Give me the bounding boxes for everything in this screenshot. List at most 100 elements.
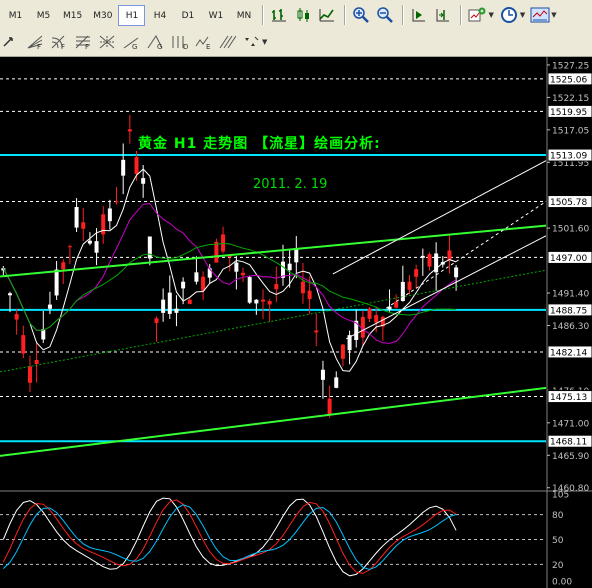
level-label: 1482.14 [550,348,587,358]
timeframe-h1[interactable]: H1 [118,4,146,26]
svg-text:F: F [37,43,41,50]
fibonacci-arcs-icon[interactable]: F [48,31,70,53]
pitchfork-icon[interactable] [216,31,238,53]
cycle-lines-icon[interactable]: D [168,31,190,53]
candle-body [287,263,292,271]
toolbar-separator [460,5,463,25]
level-label: 1497.00 [550,254,587,264]
candle-body [54,269,59,296]
candle-body [94,241,99,253]
timeframe-m5[interactable]: M5 [30,5,57,26]
candle-body [127,129,132,132]
candle-body [154,318,159,323]
gann-line-icon[interactable] [96,31,118,53]
candle-body [187,299,192,304]
level-label: 1519.95 [550,108,587,118]
timeframe-w1[interactable]: W1 [202,5,229,26]
price-tick-label: 1465.90 [552,452,589,462]
candle-body [134,157,139,174]
candle-body [254,299,259,304]
indicators-icon[interactable] [466,4,488,26]
candle-body [394,301,399,308]
bar-chart-icon[interactable] [268,4,290,26]
chart-window[interactable]: 1527.25 1522.15 1517.05 1511.95 1501.60 1491.… [0,57,592,588]
oscillator-tick-label: 0.00 [552,577,572,587]
candle-body [407,281,412,290]
oscillator-tick-label: 50 [552,536,564,546]
candle-body [314,330,319,333]
candle-body [267,301,272,305]
candle-body [181,281,186,289]
candle-body [247,277,252,303]
timeframe-d1[interactable]: D1 [174,5,201,26]
candle-body [67,246,72,248]
elliott-wave-icon[interactable]: E [192,31,214,53]
candle-body [427,254,432,267]
candle-body [81,222,86,229]
candle-body [261,299,266,302]
candle-body [201,276,206,291]
candle-body [47,304,52,309]
chevron-down-icon[interactable]: ▼ [520,11,525,19]
timeframe-m1[interactable]: M1 [2,5,29,26]
candle-body [234,262,239,272]
gann-fan-icon[interactable]: G [120,31,142,53]
chevron-down-icon[interactable]: ▼ [551,11,556,19]
price-tick-label: 1491.40 [552,290,589,300]
svg-text:G: G [132,43,137,50]
candle-body [241,272,246,276]
timeframe-m15[interactable]: M15 [58,5,87,26]
svg-text:G: G [157,43,162,50]
templates-icon[interactable] [529,4,551,26]
support-dotted-line [0,269,547,373]
candle-body [161,299,166,313]
ma-mid-line [2,202,457,344]
gann-grid-icon[interactable]: G [144,31,166,53]
svg-text:D: D [183,43,188,50]
toolbar-separator [402,5,405,25]
level-label: 1475.13 [550,393,587,403]
candle-body [7,293,12,296]
candle-body [447,250,452,260]
chart-shift-icon[interactable] [432,4,454,26]
candle-body [294,248,299,263]
chart-date-label: 2011. 2. 19 [253,177,328,192]
timeframe-m30[interactable]: M30 [88,5,117,26]
candle-body [41,329,46,340]
zoom-out-icon[interactable] [374,4,396,26]
timeframe-mn[interactable]: MN [230,5,257,26]
level-label: 1525.06 [550,75,587,85]
auto-scroll-icon[interactable] [408,4,430,26]
toolbar-separator [262,5,265,25]
fibonacci-grid-icon[interactable]: F [72,31,94,53]
fibonacci-fan-icon[interactable]: F [24,31,46,53]
timeframe-h4[interactable]: H4 [146,5,173,26]
arrow-tool-icon[interactable] [0,31,22,53]
trend-line [0,224,547,278]
candle-body [141,178,146,184]
chevron-down-icon[interactable]: ▼ [262,38,267,46]
price-tick-label: 1501.60 [552,225,589,235]
toolbar-row-drawing-tools: F F F G G D E ▼ [0,29,271,55]
candle-body [367,308,372,319]
oscillator-tick-label: 80 [552,511,564,521]
candle-body [221,234,226,252]
line-chart-icon[interactable] [316,4,338,26]
price-tick-label: 1517.05 [552,126,589,136]
chevron-down-icon[interactable]: ▼ [488,11,493,19]
arrow-marks-icon[interactable] [240,31,262,53]
zoom-in-icon[interactable] [350,4,372,26]
candle-body [320,369,325,380]
candle-body [420,255,425,258]
candle-body [300,281,305,294]
candle-body [167,292,172,314]
oscillator-tick-label: 20 [552,561,564,571]
candlestick-icon[interactable] [292,4,314,26]
trend-line [0,386,547,457]
toolbar-separator [344,5,347,25]
level-label: 1488.75 [550,306,587,316]
price-tick-label: 1486.30 [552,322,589,332]
periods-icon[interactable] [498,4,520,26]
level-label: 1505.78 [550,198,587,208]
candle-body [61,262,66,270]
